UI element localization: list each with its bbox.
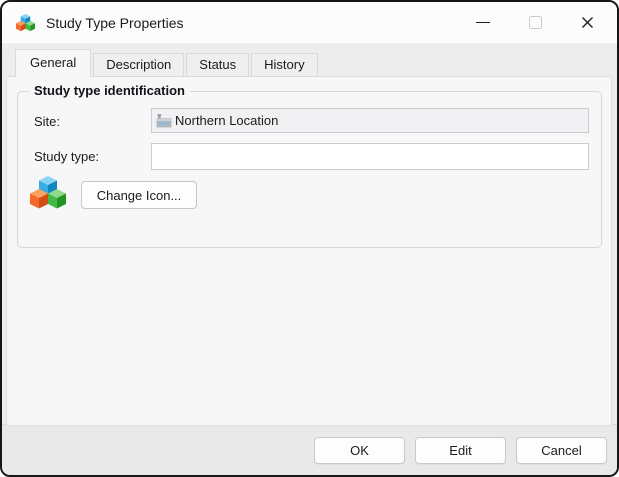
close-icon	[580, 15, 595, 30]
tab-status[interactable]: Status	[186, 53, 249, 77]
title-bar: Study Type Properties	[2, 2, 617, 44]
study-type-input[interactable]	[151, 143, 589, 170]
footer-bar: OK Edit Cancel	[2, 424, 617, 475]
colored-cubes-icon	[29, 174, 67, 217]
tab-strip: General Description Status History	[15, 49, 318, 77]
general-tab-panel: Study type identification Site: Northern…	[6, 76, 612, 426]
site-label: Site:	[34, 114, 60, 129]
window-controls	[457, 2, 613, 43]
maximize-icon	[529, 16, 542, 29]
study-type-identification-group: Study type identification Site: Northern…	[17, 91, 602, 248]
cancel-button[interactable]: Cancel	[516, 437, 607, 464]
close-button[interactable]	[561, 2, 613, 43]
ok-button[interactable]: OK	[314, 437, 405, 464]
change-icon-button[interactable]: Change Icon...	[81, 181, 197, 209]
site-field[interactable]: Northern Location	[151, 108, 589, 133]
maximize-button	[509, 2, 561, 43]
edit-button[interactable]: Edit	[415, 437, 506, 464]
minimize-icon	[476, 22, 490, 23]
site-building-icon	[155, 112, 173, 130]
study-type-label: Study type:	[34, 149, 99, 164]
site-value: Northern Location	[175, 113, 278, 128]
colored-cubes-icon	[15, 13, 36, 33]
window-title: Study Type Properties	[46, 15, 183, 31]
group-title: Study type identification	[29, 83, 190, 98]
tab-history[interactable]: History	[251, 53, 317, 77]
tab-general[interactable]: General	[15, 49, 91, 77]
tab-description[interactable]: Description	[93, 53, 184, 77]
study-type-properties-dialog: Study Type Properties General Descriptio…	[0, 0, 619, 477]
minimize-button[interactable]	[457, 2, 509, 43]
